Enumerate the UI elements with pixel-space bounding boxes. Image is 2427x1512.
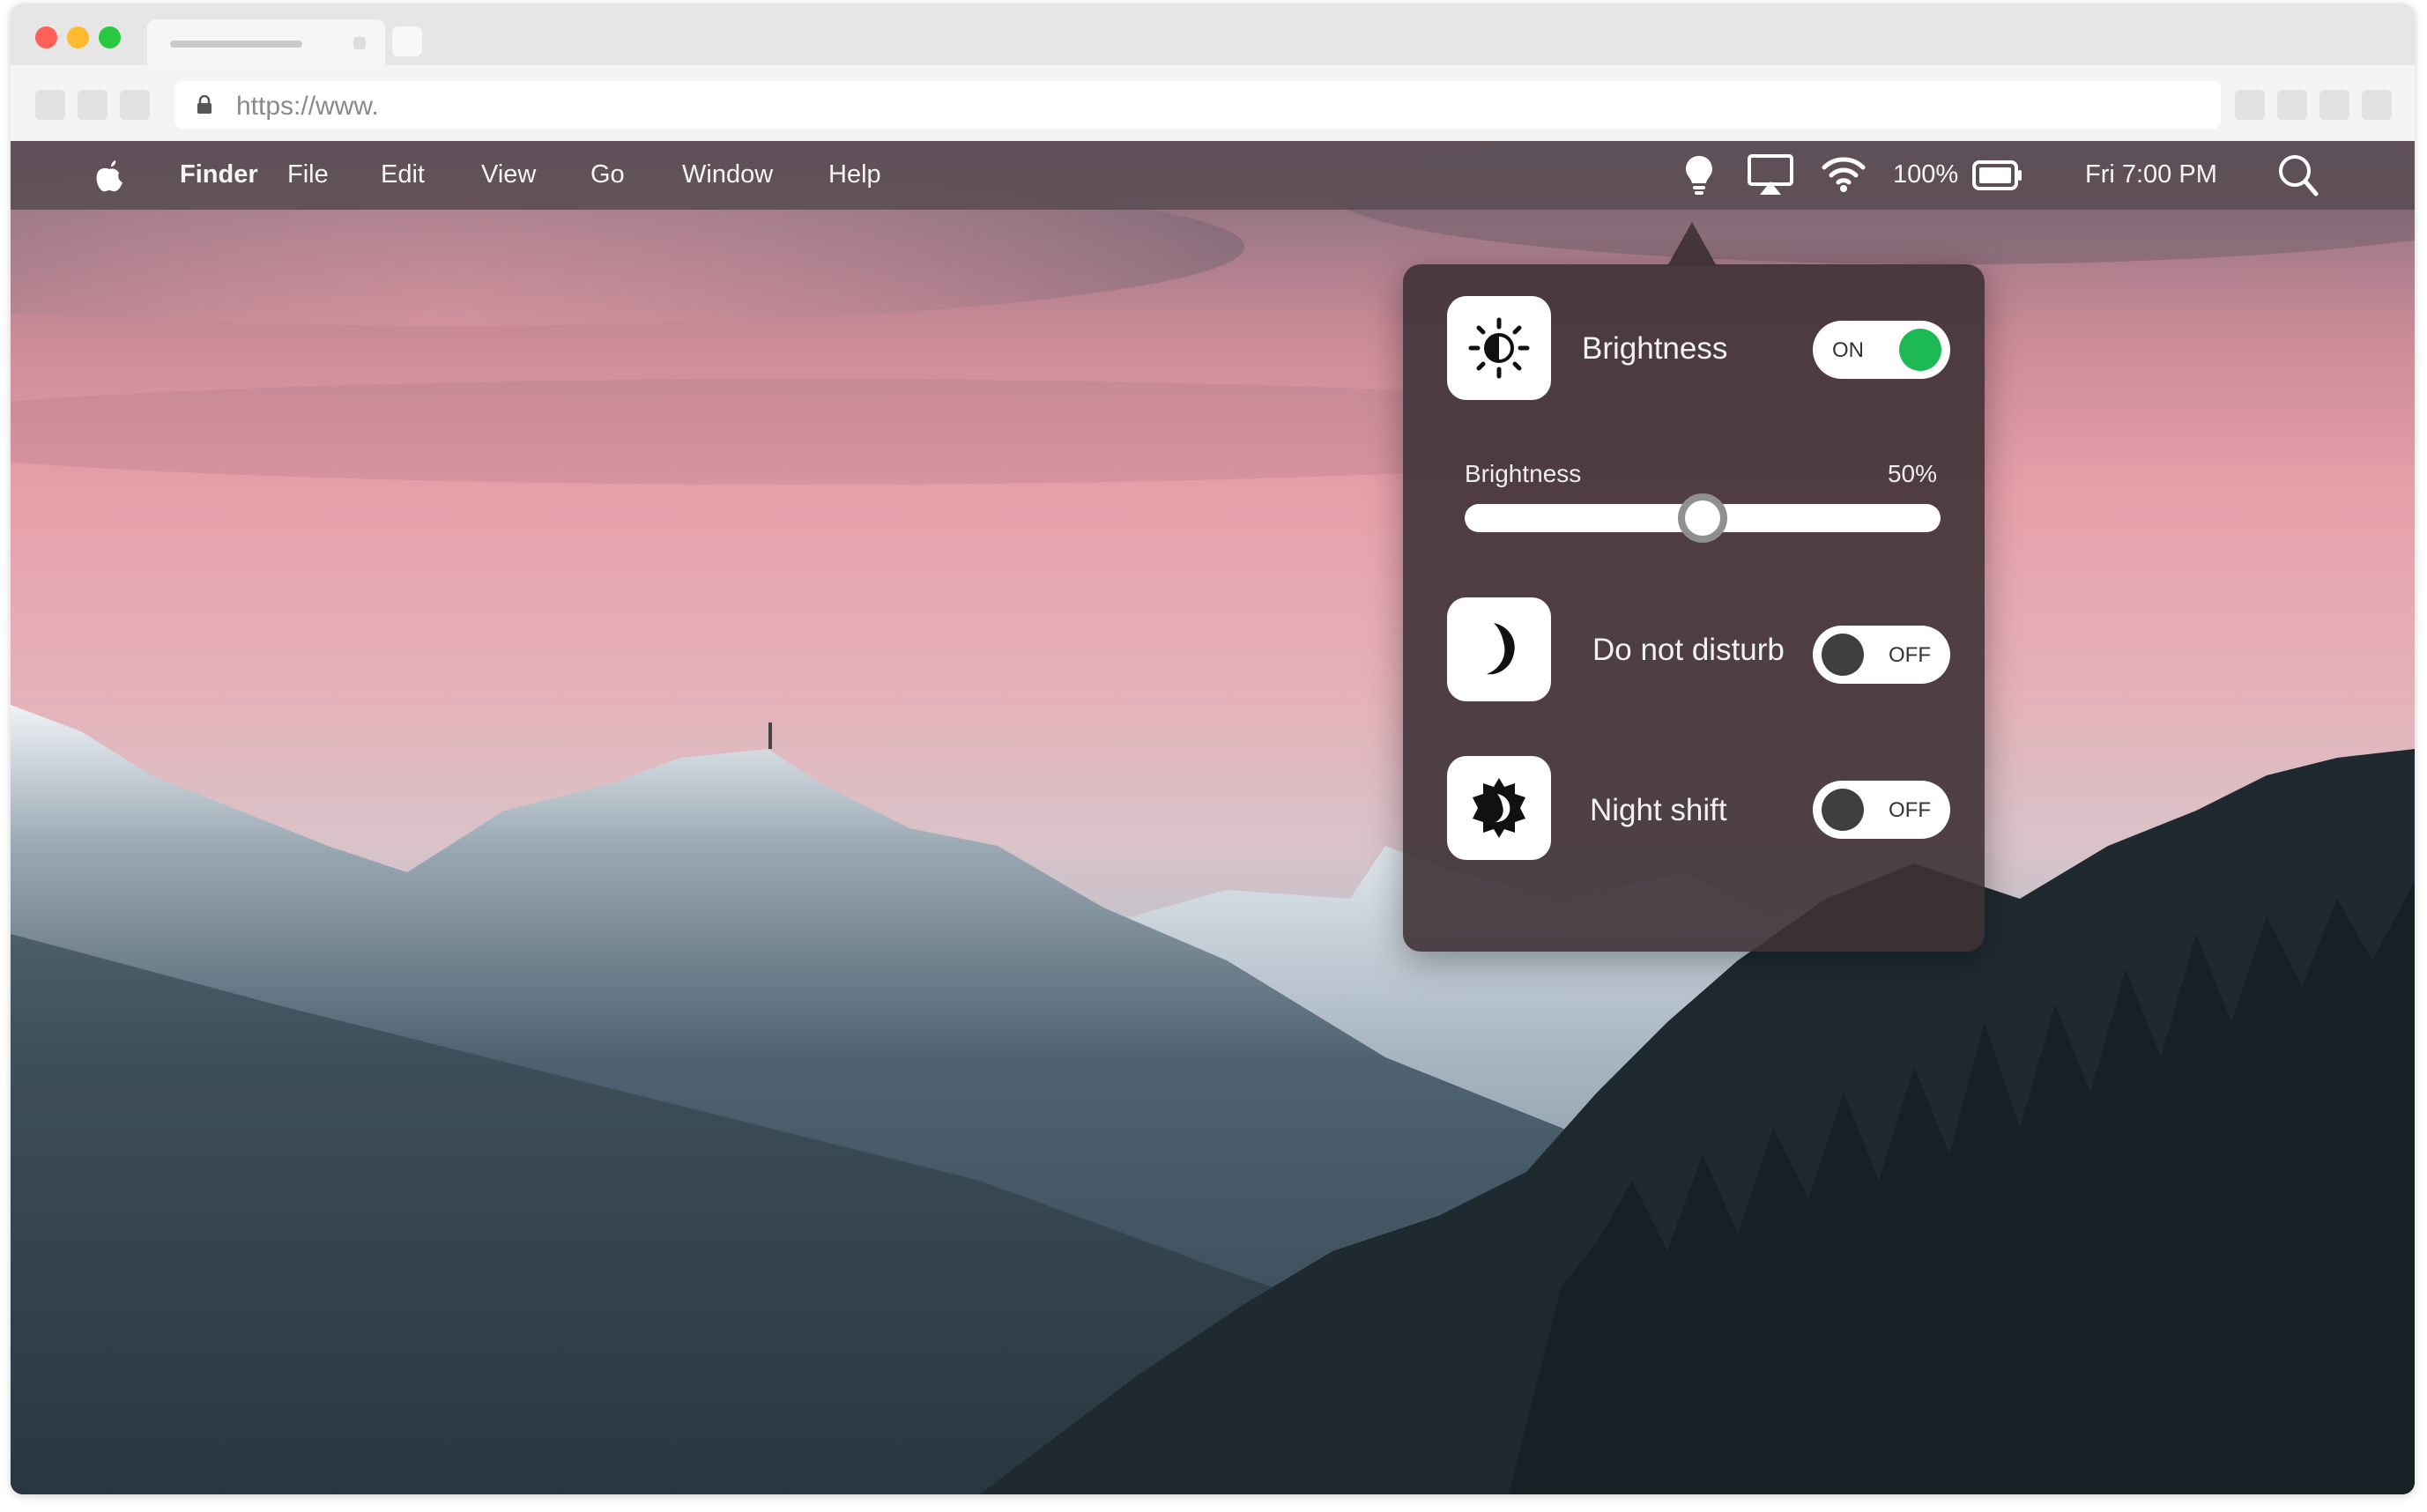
do-not-disturb-label: Do not disturb xyxy=(1592,633,1785,667)
browser-tab[interactable] xyxy=(147,19,385,65)
do-not-disturb-icon-tile xyxy=(1447,597,1551,701)
brightness-icon-tile xyxy=(1447,296,1551,400)
menu-go[interactable]: Go xyxy=(590,160,625,189)
toolbar-button-3[interactable] xyxy=(2319,90,2349,120)
toolbar-button-4[interactable] xyxy=(2362,90,2392,120)
brightness-toggle-knob xyxy=(1899,329,1941,371)
menu-file[interactable]: File xyxy=(287,160,329,189)
menu-finder[interactable]: Finder xyxy=(180,160,258,189)
menu-view[interactable]: View xyxy=(481,160,536,189)
lock-icon xyxy=(197,95,212,114)
battery-icon[interactable] xyxy=(1972,160,2023,190)
night-shift-label: Night shift xyxy=(1590,793,1727,827)
airplay-icon[interactable] xyxy=(1747,153,1794,197)
minimize-window-button[interactable] xyxy=(67,26,89,48)
desktop-wallpaper xyxy=(11,141,2415,1494)
lightbulb-icon[interactable] xyxy=(1681,153,1717,197)
sun-icon xyxy=(1468,317,1530,379)
url-text: https://www. xyxy=(236,92,379,121)
brightness-slider-label: Brightness xyxy=(1465,460,1582,487)
menu-bar: Finder File Edit View Go Window Help 100… xyxy=(11,141,2415,210)
back-button[interactable] xyxy=(35,90,65,120)
search-icon[interactable] xyxy=(2277,153,2319,197)
brightness-toggle-label: ON xyxy=(1832,338,1864,362)
brightness-slider-thumb[interactable] xyxy=(1678,493,1727,543)
night-shift-toggle-label: OFF xyxy=(1889,798,1931,822)
tab-close-icon[interactable] xyxy=(353,37,366,49)
night-shift-icon xyxy=(1473,778,1525,838)
brightness-slider-value: 50% xyxy=(1887,460,1937,487)
moon-icon xyxy=(1487,623,1515,675)
toolbar-button-2[interactable] xyxy=(2277,90,2307,120)
night-shift-icon-tile xyxy=(1447,756,1551,860)
battery-percent: 100% xyxy=(1893,160,1959,189)
night-shift-toggle[interactable]: OFF xyxy=(1813,781,1950,839)
menu-help[interactable]: Help xyxy=(828,160,881,189)
browser-toolbar: https://www. xyxy=(11,65,2415,145)
tab-title-placeholder xyxy=(170,41,302,48)
display-control-popover: Brightness ON Brightness 50% Do not dist… xyxy=(1403,264,1985,952)
address-bar[interactable]: https://www. xyxy=(174,81,2221,129)
do-not-disturb-toggle-knob xyxy=(1822,634,1864,676)
menubar-clock: Fri 7:00 PM xyxy=(2085,160,2217,189)
title-bar xyxy=(11,4,2415,65)
brightness-toggle[interactable]: ON xyxy=(1813,321,1950,379)
wifi-icon[interactable] xyxy=(1821,155,1867,194)
popover-arrow xyxy=(1667,222,1717,266)
toolbar-button-1[interactable] xyxy=(2235,90,2265,120)
new-tab-button[interactable] xyxy=(392,26,422,56)
brightness-slider[interactable] xyxy=(1465,493,1941,543)
night-shift-toggle-knob xyxy=(1822,789,1864,831)
browser-window: https://www. Finder File Edit View Go Wi… xyxy=(11,4,2415,1494)
zoom-window-button[interactable] xyxy=(99,26,121,48)
apple-icon[interactable] xyxy=(92,155,127,194)
brightness-row-label: Brightness xyxy=(1582,331,1728,366)
forward-button[interactable] xyxy=(78,90,108,120)
menu-edit[interactable]: Edit xyxy=(381,160,425,189)
do-not-disturb-toggle[interactable]: OFF xyxy=(1813,626,1950,684)
menu-window[interactable]: Window xyxy=(682,160,773,189)
close-window-button[interactable] xyxy=(35,26,57,48)
mountain-wallpaper-image xyxy=(11,141,2415,1494)
do-not-disturb-toggle-label: OFF xyxy=(1889,643,1931,667)
reload-button[interactable] xyxy=(120,90,150,120)
